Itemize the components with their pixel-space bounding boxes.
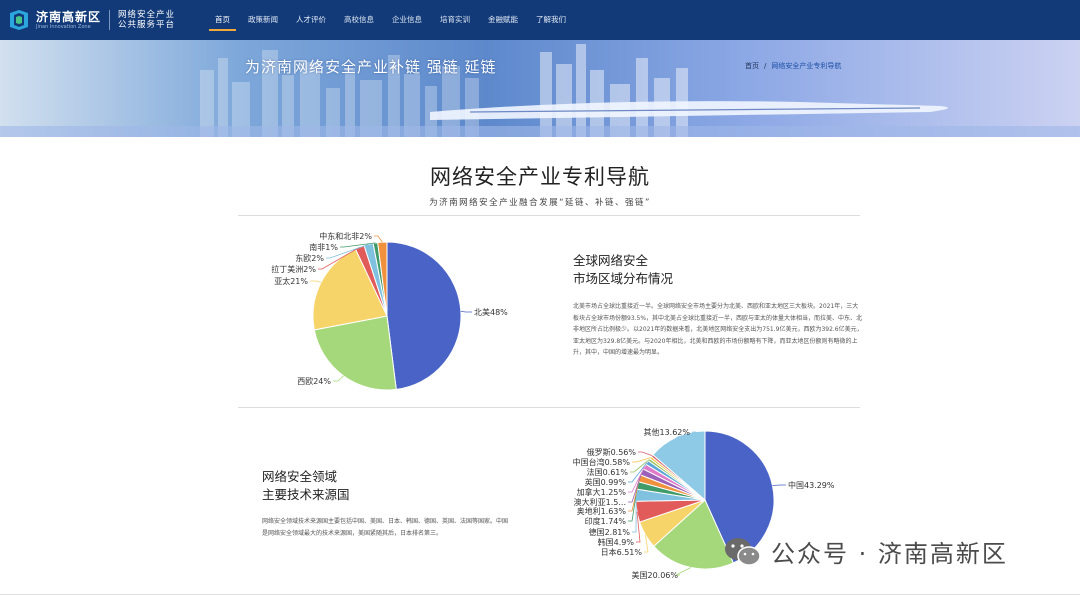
section1-title-line1: 全球网络安全 xyxy=(573,253,649,268)
pie-slice-label: 东欧2% xyxy=(295,253,324,263)
pie-label-leader xyxy=(675,567,692,576)
pie-slice-label: 中国台湾0.58% xyxy=(573,457,631,467)
section1-body: 北美市场占全球比重接近一半。全球网络安全市场主要分为北美、西欧和亚太地区三大板块… xyxy=(573,303,863,356)
section2-body: 网络安全领域技术来源国主要包括中国、美国、日本、韩国、德国、英国、法国等国家。中… xyxy=(262,518,509,537)
pie-slice-label: 拉丁美洲2% xyxy=(271,264,316,274)
pie-slice-label: 其他13.62% xyxy=(643,427,690,437)
pie-slice-label: 日本6.51% xyxy=(601,547,643,557)
pie-label-leader xyxy=(333,375,344,382)
watermark-text: 公众号 · 济南高新区 xyxy=(771,540,1008,568)
section2-title-line2: 主要技术来源国 xyxy=(262,487,350,502)
pie-slice-label: 中东和北非2% xyxy=(319,231,372,241)
pie-slice-label: 亚太21% xyxy=(274,276,308,286)
section1-title: 全球网络安全 市场区域分布情况 xyxy=(573,252,673,288)
pie-slice-label: 俄罗斯0.56% xyxy=(587,447,637,457)
pie-label-leader xyxy=(460,310,472,313)
wechat-icon xyxy=(725,537,761,566)
pie-label-leader xyxy=(772,484,786,486)
pie-label-leader xyxy=(374,235,383,243)
pie-slice-label: 加拿大1.25% xyxy=(577,487,627,497)
pie-slice-label: 美国20.06% xyxy=(631,570,678,580)
pie-slice-label: 西欧24% xyxy=(297,376,331,386)
pie-slice-label: 韩国4.9% xyxy=(598,537,635,547)
pie-label-leader xyxy=(310,280,322,283)
pie-slice-label: 印度1.74% xyxy=(585,516,627,526)
pie-slice-label: 德国2.81% xyxy=(589,527,631,537)
section1-title-line2: 市场区域分布情况 xyxy=(573,271,674,286)
pie-slice-label: 澳大利亚1.5... xyxy=(574,497,626,507)
section2-title: 网络安全领域 主要技术来源国 xyxy=(262,468,350,504)
pie-label-leader xyxy=(638,451,653,457)
pie-slice-label: 奥地利1.63% xyxy=(577,506,627,516)
section2-title-line1: 网络安全领域 xyxy=(262,469,338,484)
pie-slice-label: 中国43.29% xyxy=(788,480,835,490)
wechat-watermark: 公众号 · 济南高新区 xyxy=(723,534,1008,569)
pie-slice-label: 南非1% xyxy=(309,242,338,252)
pie-slice-label: 法国0.61% xyxy=(587,467,629,477)
pie-charts: 北美48% 西欧24% 亚太21% 拉丁美洲2%东欧2%南非1%中东和北非2% 中国4… xyxy=(271,231,835,580)
pie-slice-label: 英国0.99% xyxy=(585,477,627,487)
market-distribution-pie: 北美48% 西欧24% 亚太21% 拉丁美洲2%东欧2%南非1%中东和北非2% xyxy=(271,231,508,391)
pie-slice[interactable] xyxy=(386,241,462,390)
pie-slice-label: 北美48% xyxy=(474,307,508,317)
